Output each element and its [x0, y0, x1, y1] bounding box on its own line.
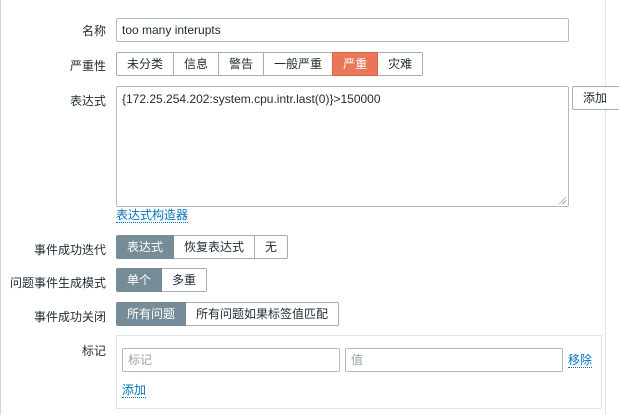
expression-builder-link[interactable]: 表达式构造器: [116, 208, 189, 223]
tag-value-placeholder: 值: [351, 353, 364, 367]
tags-box: 标记 值 移除 添加: [116, 335, 602, 409]
problem-event-mode-selector: 单个 多重: [116, 268, 208, 292]
ok-event-generation-label: 事件成功迭代: [33, 243, 106, 257]
severity-selector: 未分类 信息 警告 一般严重 严重 灾难: [116, 52, 424, 76]
severity-option[interactable]: 未分类: [116, 52, 175, 76]
severity-option[interactable]: 信息: [173, 52, 220, 76]
tag-value-input[interactable]: 值: [345, 348, 563, 372]
problem-event-mode-option[interactable]: 单个: [116, 268, 163, 292]
ok-event-closes-option[interactable]: 所有问题: [116, 302, 187, 326]
problem-event-mode-option[interactable]: 多重: [161, 268, 208, 292]
expression-value: {172.25.254.202:system.cpu.intr.last(0)}…: [122, 92, 381, 106]
ok-event-closes-option[interactable]: 所有问题如果标签值匹配: [185, 302, 340, 326]
resize-grip-icon[interactable]: [558, 196, 566, 204]
problem-event-mode-label: 问题事件生成模式: [9, 276, 106, 290]
severity-option[interactable]: 一般严重: [263, 52, 334, 76]
expression-label: 表达式: [69, 94, 106, 108]
severity-label: 严重性: [69, 59, 106, 73]
name-label: 名称: [81, 24, 106, 38]
severity-option[interactable]: 警告: [218, 52, 265, 76]
tag-name-input[interactable]: 标记: [122, 348, 340, 372]
expression-textarea[interactable]: {172.25.254.202:system.cpu.intr.last(0)}…: [116, 86, 569, 207]
tag-remove-link[interactable]: 移除: [568, 353, 593, 368]
severity-option[interactable]: 灾难: [377, 52, 424, 76]
name-input-value: too many interupts: [122, 23, 221, 37]
severity-option[interactable]: 严重: [332, 52, 379, 76]
tags-label: 标记: [81, 344, 106, 358]
ok-event-generation-option[interactable]: 恢复表达式: [173, 235, 256, 259]
expression-add-button[interactable]: 添加: [572, 86, 619, 110]
ok-event-closes-selector: 所有问题 所有问题如果标签值匹配: [116, 302, 340, 326]
name-input[interactable]: too many interupts: [116, 18, 569, 42]
tag-add-link[interactable]: 添加: [122, 383, 147, 398]
ok-event-closes-label: 事件成功关闭: [33, 310, 106, 324]
frame-left-border: [0, 0, 1, 415]
frame-right-border: [605, 0, 606, 415]
tag-name-placeholder: 标记: [128, 353, 153, 367]
ok-event-generation-selector: 表达式 恢复表达式无: [116, 235, 289, 259]
ok-event-generation-option[interactable]: 表达式: [116, 235, 175, 259]
ok-event-generation-option[interactable]: 无: [254, 235, 289, 259]
